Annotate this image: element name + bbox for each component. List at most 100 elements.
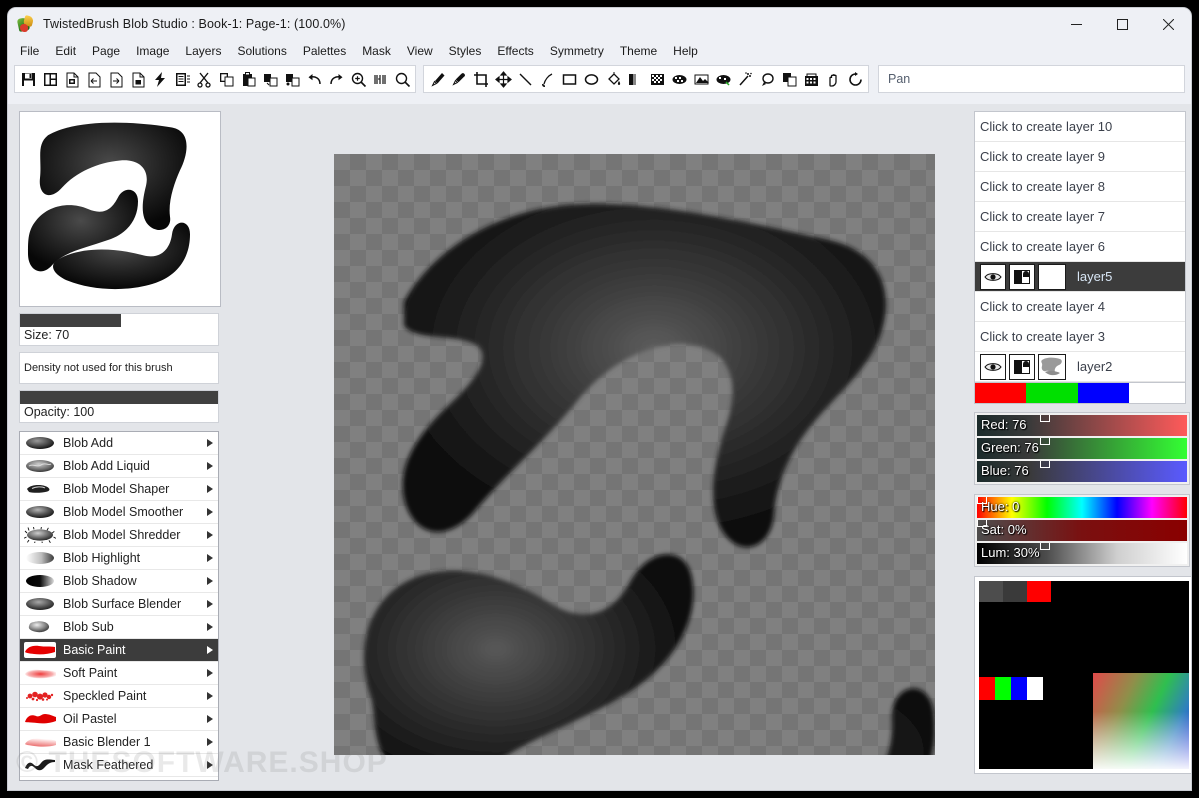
sat-slider-knob[interactable]: [977, 520, 987, 527]
brush-icon[interactable]: [426, 68, 448, 90]
menu-item-palettes[interactable]: Palettes: [295, 41, 354, 62]
brush-preview-thumbnail[interactable]: [19, 111, 221, 307]
paint-bucket-icon[interactable]: [602, 68, 624, 90]
pattern-icon[interactable]: [668, 68, 690, 90]
blue-slider[interactable]: Blue: 76: [977, 461, 1187, 482]
layer-visibility-eye-icon[interactable]: [980, 263, 1006, 290]
layer-row[interactable]: layer2: [975, 352, 1185, 382]
brush-list[interactable]: Blob Add Blob Add Liquid Blob Model Shaper…: [19, 431, 219, 781]
fill-brush-icon[interactable]: [536, 68, 558, 90]
chevron-right-icon[interactable]: [207, 577, 213, 585]
chevron-right-icon[interactable]: [207, 623, 213, 631]
chevron-right-icon[interactable]: [207, 462, 213, 470]
layer-thumbnail[interactable]: [1038, 263, 1066, 290]
red-slider[interactable]: Red: 76: [977, 415, 1187, 436]
blue-slider-knob[interactable]: [1040, 461, 1050, 468]
palette-swatch[interactable]: [979, 581, 1003, 602]
save-icon[interactable]: [17, 68, 39, 90]
brush-list-item[interactable]: Speckled Paint: [20, 685, 218, 708]
flash-icon[interactable]: [149, 68, 171, 90]
ellipse-icon[interactable]: [580, 68, 602, 90]
maximize-button[interactable]: [1099, 8, 1145, 40]
brush-list-item[interactable]: Blob Add: [20, 432, 218, 455]
brush-list-item[interactable]: Blob Model Shredder: [20, 524, 218, 547]
menu-item-solutions[interactable]: Solutions: [229, 41, 294, 62]
copy-icon[interactable]: [215, 68, 237, 90]
clone-icon[interactable]: [778, 68, 800, 90]
zoom-100-icon[interactable]: [369, 68, 391, 90]
red-slider-knob[interactable]: [1040, 415, 1050, 422]
rectangle-icon[interactable]: [558, 68, 580, 90]
swatch-grid[interactable]: [979, 581, 1189, 769]
undo-icon[interactable]: [303, 68, 325, 90]
chevron-right-icon[interactable]: [207, 439, 213, 447]
layer-lock-icon[interactable]: [1009, 263, 1035, 290]
menu-item-file[interactable]: File: [12, 41, 47, 62]
layer-visibility-eye-icon[interactable]: [980, 353, 1006, 380]
zoom-in-icon[interactable]: [347, 68, 369, 90]
eyedropper-icon[interactable]: [448, 68, 470, 90]
page-add-icon[interactable]: [127, 68, 149, 90]
brush-list-item[interactable]: Blob Add Liquid: [20, 455, 218, 478]
brush-list-item[interactable]: Soft Paint: [20, 662, 218, 685]
palette-swatch[interactable]: [1027, 677, 1043, 700]
canvas-area[interactable]: [222, 104, 973, 790]
paste-icon[interactable]: [237, 68, 259, 90]
mask-edit-icon[interactable]: [690, 68, 712, 90]
menu-item-mask[interactable]: Mask: [354, 41, 399, 62]
artboard[interactable]: [334, 154, 935, 755]
layer-row-empty[interactable]: Click to create layer 7: [975, 202, 1185, 232]
palette-swatch[interactable]: [995, 677, 1011, 700]
page-prev-icon[interactable]: [83, 68, 105, 90]
brush-list-item[interactable]: Blob Model Shaper: [20, 478, 218, 501]
hue-slider-knob[interactable]: [977, 497, 987, 504]
layer-thumbnail[interactable]: [1038, 353, 1066, 380]
rgb-swatch[interactable]: [1026, 383, 1078, 403]
chevron-right-icon[interactable]: [207, 508, 213, 516]
chevron-right-icon[interactable]: [207, 554, 213, 562]
menu-item-effects[interactable]: Effects: [489, 41, 541, 62]
brush-list-item[interactable]: Basic Blender 1: [20, 731, 218, 754]
green-slider-knob[interactable]: [1040, 438, 1050, 445]
crop-icon[interactable]: [470, 68, 492, 90]
paste-layer-icon[interactable]: [281, 68, 303, 90]
opacity-slider[interactable]: Opacity: 100: [19, 390, 219, 423]
chevron-right-icon[interactable]: [207, 531, 213, 539]
brush-list-item[interactable]: Blob Shadow: [20, 570, 218, 593]
palette-swatch[interactable]: [979, 677, 995, 700]
chevron-right-icon[interactable]: [207, 669, 213, 677]
chevron-right-icon[interactable]: [207, 485, 213, 493]
brush-list-item[interactable]: Blob Highlight: [20, 547, 218, 570]
layer-row-empty[interactable]: Click to create layer 3: [975, 322, 1185, 352]
rgb-swatch[interactable]: [975, 383, 1027, 403]
menu-item-edit[interactable]: Edit: [47, 41, 84, 62]
size-slider-track[interactable]: [20, 314, 218, 327]
size-slider[interactable]: Size: 70: [19, 313, 219, 346]
checker-fill-icon[interactable]: [646, 68, 668, 90]
brush-list-item[interactable]: Blob Surface Blender: [20, 593, 218, 616]
lum-slider-knob[interactable]: [1040, 543, 1050, 550]
hue-slider[interactable]: Hue: 0: [977, 497, 1187, 518]
layer-row-empty[interactable]: Click to create layer 10: [975, 112, 1185, 142]
brush-list-item[interactable]: Blob Sub: [20, 616, 218, 639]
menu-item-help[interactable]: Help: [665, 41, 706, 62]
layer-row-empty[interactable]: Click to create layer 8: [975, 172, 1185, 202]
minimize-button[interactable]: [1053, 8, 1099, 40]
chevron-right-icon[interactable]: [207, 646, 213, 654]
redo-icon[interactable]: [325, 68, 347, 90]
rgb-swatch[interactable]: [1077, 383, 1130, 403]
layer-row-empty[interactable]: Click to create layer 9: [975, 142, 1185, 172]
notes-icon[interactable]: [171, 68, 193, 90]
line-icon[interactable]: [514, 68, 536, 90]
paste-new-icon[interactable]: [259, 68, 281, 90]
palette-swatch[interactable]: [1003, 581, 1027, 602]
selection-icon[interactable]: [756, 68, 778, 90]
layers-list[interactable]: Click to create layer 10 Click to create …: [974, 111, 1186, 383]
menu-item-styles[interactable]: Styles: [441, 41, 490, 62]
chevron-right-icon[interactable]: [207, 692, 213, 700]
menu-item-image[interactable]: Image: [128, 41, 177, 62]
page-new-icon[interactable]: [61, 68, 83, 90]
menu-item-symmetry[interactable]: Symmetry: [542, 41, 612, 62]
menu-item-theme[interactable]: Theme: [612, 41, 665, 62]
rotate-icon[interactable]: [844, 68, 866, 90]
